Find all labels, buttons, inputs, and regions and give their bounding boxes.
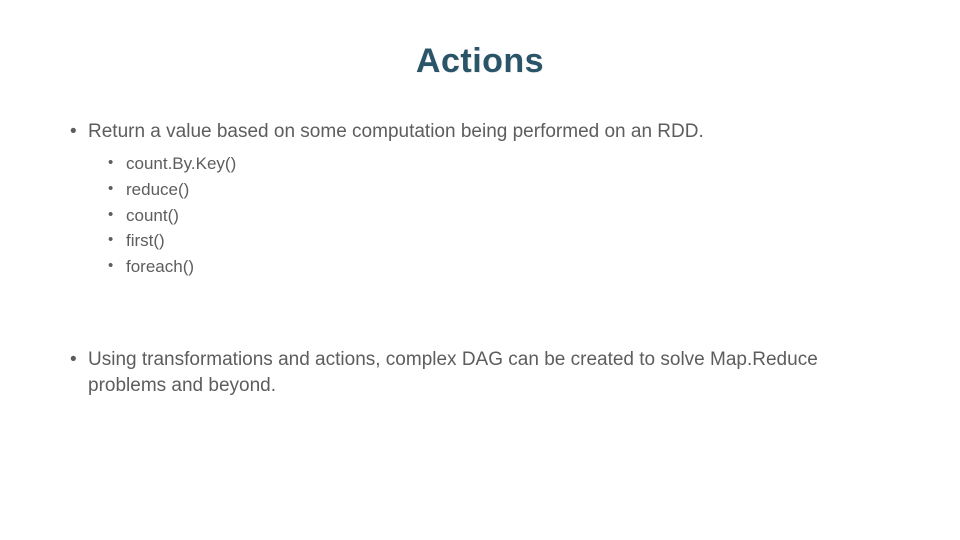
inner-list: count.By.Key() reduce() count() first() … bbox=[88, 153, 900, 280]
slide-body: Return a value based on some computation… bbox=[60, 119, 900, 399]
outer-list: Return a value based on some computation… bbox=[60, 119, 900, 399]
inner-item-1: reduce() bbox=[106, 179, 900, 202]
inner-item-3: first() bbox=[106, 230, 900, 253]
inner-item-4: foreach() bbox=[106, 256, 900, 279]
bullet-main-2-text: Using transformations and actions, compl… bbox=[88, 349, 818, 396]
inner-item-2: count() bbox=[106, 205, 900, 228]
bullet-main-2: Using transformations and actions, compl… bbox=[60, 347, 900, 398]
inner-item-0: count.By.Key() bbox=[106, 153, 900, 176]
slide-title: Actions bbox=[0, 42, 960, 81]
bullet-main-1: Return a value based on some computation… bbox=[60, 119, 900, 279]
bullet-main-1-text: Return a value based on some computation… bbox=[88, 121, 704, 142]
